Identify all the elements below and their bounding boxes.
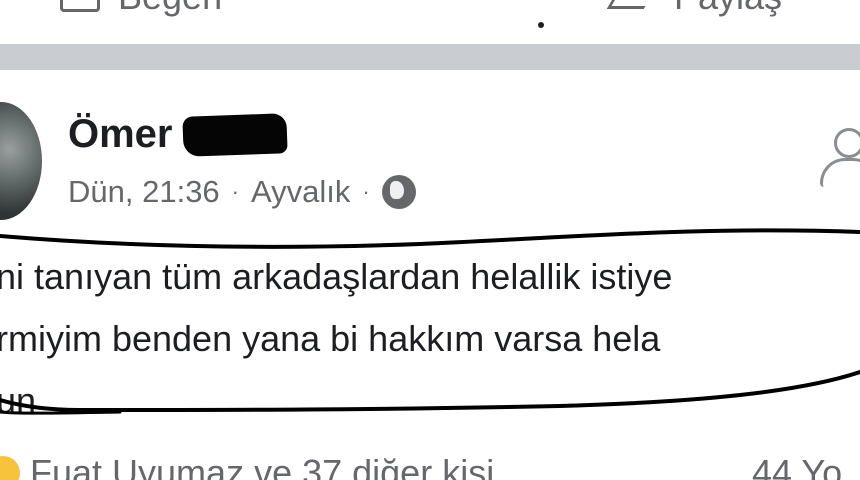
redaction-scribble <box>181 112 288 157</box>
post-location[interactable]: Ayvalık <box>251 174 350 210</box>
haha-emoji-icon <box>0 456 20 480</box>
reactions-text: Fuat Uyumaz ve 37 diğer kişi <box>30 452 495 480</box>
globe-icon <box>381 175 416 209</box>
thumbs-up-icon <box>60 0 100 12</box>
feed-separator <box>0 44 860 70</box>
meta-separator: · <box>231 179 239 204</box>
post-timestamp[interactable]: Dün, 21:36 <box>68 174 220 210</box>
share-arrow-icon <box>610 0 656 12</box>
author-name-text: Ömer <box>68 112 173 156</box>
post-text-line: ni tanıyan tüm arkadaşlardan helallik is… <box>0 256 673 297</box>
share-button[interactable]: Paylaş <box>610 0 782 18</box>
comments-count[interactable]: 44 Yo <box>752 452 842 480</box>
meta-separator-2: · <box>362 179 370 204</box>
like-label: Beğen <box>118 0 222 18</box>
person-icon[interactable] <box>818 128 860 188</box>
previous-post-actions: Beğen Paylaş <box>0 0 860 44</box>
share-label: Paylaş <box>674 0 782 18</box>
post-screenshot: Beğen Paylaş Ömer Dün, 21:36 · Ayvalık ·… <box>0 0 860 480</box>
avatar[interactable] <box>0 102 42 220</box>
stray-dot <box>538 22 544 28</box>
post-text-line: un <box>0 380 37 421</box>
like-button[interactable]: Beğen <box>60 0 222 18</box>
post-text-line: rmiyim benden yana bi hakkım varsa hela <box>0 318 661 359</box>
post-text: ni tanıyan tüm arkadaşlardan helallik is… <box>0 246 672 432</box>
post-meta: Dün, 21:36 · Ayvalık · <box>68 174 416 210</box>
reactions-summary[interactable]: Fuat Uyumaz ve 37 diğer kişi <box>0 452 494 480</box>
author-name[interactable]: Ömer <box>68 112 288 157</box>
